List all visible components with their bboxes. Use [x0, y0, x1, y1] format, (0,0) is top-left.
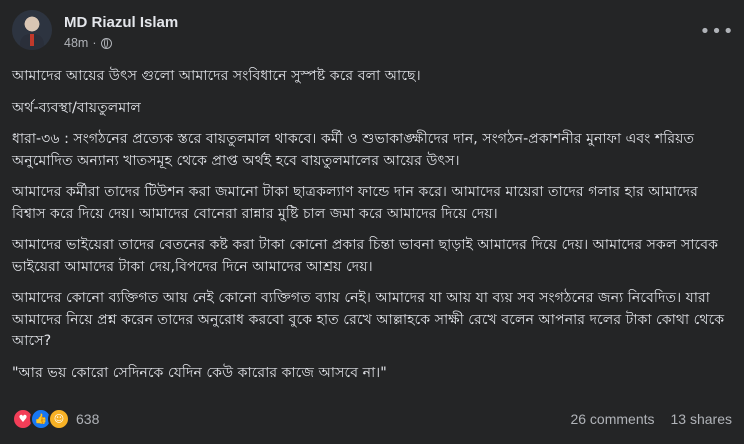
reaction-count[interactable]: 638: [76, 411, 99, 427]
post-paragraph: আমাদের আয়ের উৎস গুলো আমাদের সংবিধানে সু…: [12, 68, 421, 84]
more-options-button[interactable]: •••: [700, 18, 734, 44]
care-reaction-icon: ☺: [48, 408, 70, 430]
author-name[interactable]: MD Riazul Islam: [64, 14, 178, 31]
globe-icon[interactable]: [100, 37, 112, 49]
avatar[interactable]: [12, 10, 52, 50]
post-header: MD Riazul Islam 48m · •••: [12, 10, 734, 54]
comments-count[interactable]: 26 comments: [570, 411, 654, 427]
post-body: আমাদের আয়ের উৎস গুলো আমাদের সংবিধানে সু…: [12, 66, 730, 394]
reaction-icons[interactable]: ♥ 👍 ☺: [12, 408, 70, 430]
avatar-tie: [30, 34, 34, 46]
post-stats-bar: ♥ 👍 ☺ 638 26 comments 13 shares: [12, 406, 732, 432]
engagement-stats: 26 comments 13 shares: [570, 411, 732, 427]
post-paragraph: আমাদের ভাইয়েরা তাদের বেতনের কষ্ট করা টা…: [12, 237, 719, 275]
post-paragraph: ধারা-৩৬ : সংগঠনের প্রত্যেক স্তরে বায়তুল…: [12, 131, 695, 169]
post-paragraph: অর্থ-ব্যবস্থা/বায়তুলমাল: [12, 99, 141, 116]
post-paragraph: আমাদের কোনো ব্যক্তিগত আয় নেই কোনো ব্যক্…: [12, 290, 725, 349]
shares-count[interactable]: 13 shares: [671, 411, 732, 427]
post-time[interactable]: 48m: [64, 36, 88, 50]
post-meta: 48m ·: [64, 36, 112, 50]
post-paragraph: আমাদের কর্মীরা তাদের টিউশন করা জমানো টাক…: [12, 184, 698, 222]
post-paragraph: "আর ভয় কোরো সেদিনকে যেদিন কেউ কারোর কাজ…: [12, 364, 387, 381]
